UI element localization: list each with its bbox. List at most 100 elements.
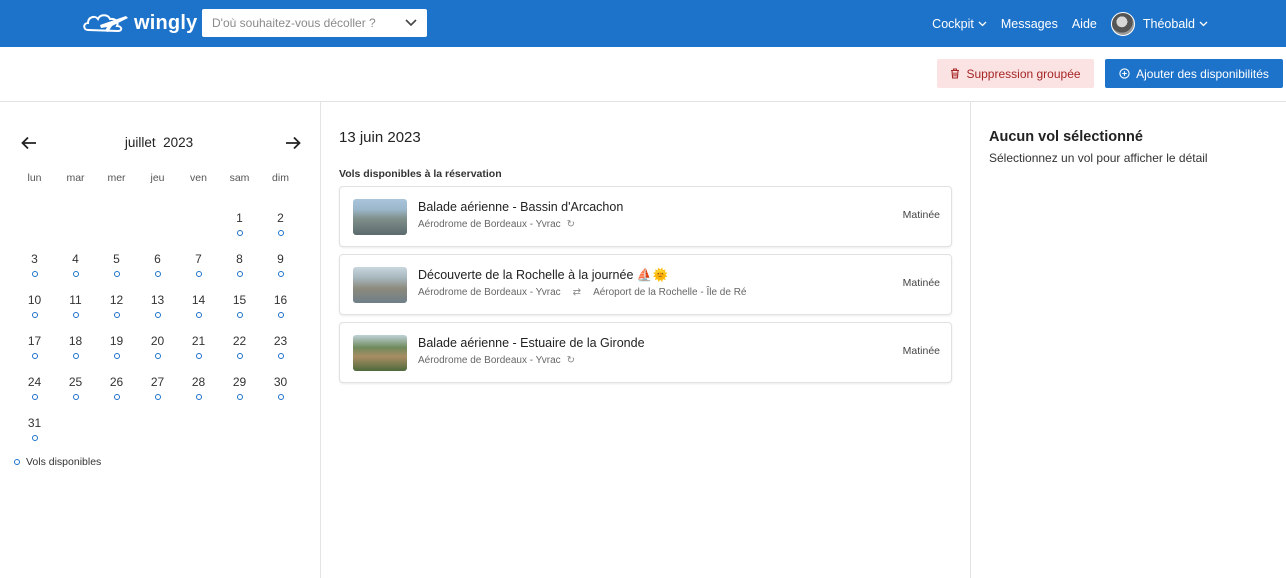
calendar-day-number: 11: [69, 293, 82, 307]
calendar-day[interactable]: 31: [14, 415, 55, 456]
flight-departure: Aérodrome de Bordeaux - Yvrac: [418, 219, 561, 230]
availability-dot-icon: [154, 312, 161, 318]
wingly-logo[interactable]: wingly: [82, 9, 197, 37]
nav-messages[interactable]: Messages: [1001, 17, 1058, 31]
flight-route: Aérodrome de Bordeaux - Yvrac ↻: [418, 219, 575, 230]
calendar-day-number: 9: [277, 252, 284, 266]
flight-detail-panel: Aucun vol sélectionné Sélectionnez un vo…: [971, 102, 1286, 578]
calendar-day[interactable]: 11: [55, 292, 96, 333]
user-menu[interactable]: Théobald: [1110, 11, 1208, 36]
flight-thumbnail: [353, 199, 407, 235]
availability-dot-icon: [277, 230, 284, 236]
calendar-day-number: 1: [236, 211, 243, 225]
availability-dot-icon: [195, 271, 202, 277]
availability-dot-icon: [236, 394, 243, 400]
calendar-day[interactable]: 8: [219, 251, 260, 292]
top-navigation-bar: wingly D'où souhaitez-vous décoller ? Co…: [0, 0, 1286, 47]
flight-route: Aérodrome de Bordeaux - Yvrac ↻: [418, 355, 575, 366]
availability-dot-icon: [31, 394, 38, 400]
flights-panel: 13 juin 2023 Vols disponibles à la réser…: [321, 102, 971, 578]
flight-thumbnail: [353, 335, 407, 371]
calendar-day[interactable]: 4: [55, 251, 96, 292]
legend-label: Vols disponibles: [26, 456, 102, 468]
availability-dot-icon: [236, 353, 243, 359]
weekday-label: mer: [107, 172, 126, 184]
weekday-label: jeu: [150, 172, 165, 184]
calendar-day[interactable]: 19: [96, 333, 137, 374]
calendar-day[interactable]: 5: [96, 251, 137, 292]
cloud-plane-icon: [83, 14, 128, 33]
calendar-day-number: 4: [72, 252, 79, 266]
calendar-day[interactable]: 20: [137, 333, 178, 374]
flight-period: Matinée: [902, 209, 940, 221]
calendar-day[interactable]: 2: [260, 210, 301, 251]
availability-dot-icon: [277, 394, 284, 400]
availability-dot-icon: [195, 394, 202, 400]
chevron-down-icon: [978, 21, 987, 26]
calendar-day[interactable]: 16: [260, 292, 301, 333]
add-availability-button[interactable]: Ajouter des disponibilités: [1105, 59, 1283, 88]
flight-card[interactable]: Balade aérienne - Estuaire de la Gironde…: [339, 322, 952, 383]
availability-dot-icon: [154, 353, 161, 359]
availability-dot-icon: [72, 353, 79, 359]
calendar-day[interactable]: 13: [137, 292, 178, 333]
avatar: [1110, 11, 1135, 36]
calendar-day[interactable]: 22: [219, 333, 260, 374]
weekday-header: lun mar mer jeu ven sam dim: [14, 172, 301, 184]
availability-dot-icon: [14, 459, 20, 465]
calendar-day[interactable]: 23: [260, 333, 301, 374]
calendar-day[interactable]: 14: [178, 292, 219, 333]
flight-card[interactable]: Balade aérienne - Bassin d'Arcachon Aéro…: [339, 186, 952, 247]
calendar-day[interactable]: 12: [96, 292, 137, 333]
calendar-day-number: 7: [195, 252, 202, 266]
bulk-delete-button[interactable]: Suppression groupée: [937, 59, 1094, 88]
calendar-day[interactable]: 24: [14, 374, 55, 415]
availability-dot-icon: [236, 230, 243, 236]
calendar-day[interactable]: 28: [178, 374, 219, 415]
calendar-month: juillet: [124, 135, 156, 150]
flight-thumbnail: [353, 267, 407, 303]
calendar-day[interactable]: 3: [14, 251, 55, 292]
calendar-day[interactable]: 30: [260, 374, 301, 415]
calendar-grid: 1 2 3 4 5 6 7 8 9 10 11 12 13 14 15 16 17 18 19 20 21 22 23 24 2…: [14, 210, 301, 456]
departure-search-select[interactable]: D'où souhaitez-vous décoller ?: [202, 9, 427, 37]
calendar-day-number: 20: [150, 334, 165, 348]
calendar-day[interactable]: 15: [219, 292, 260, 333]
arrow-right-icon[interactable]: [282, 132, 304, 154]
availability-dot-icon: [236, 312, 243, 318]
calendar-day[interactable]: 17: [14, 333, 55, 374]
calendar-empty-cell: [55, 210, 96, 251]
calendar-day[interactable]: 7: [178, 251, 219, 292]
calendar-day[interactable]: 6: [137, 251, 178, 292]
calendar-day-number: 28: [191, 375, 206, 389]
calendar-day[interactable]: 27: [137, 374, 178, 415]
transfer-arrows-icon: ⇄: [572, 287, 582, 298]
availability-dot-icon: [31, 312, 38, 318]
user-name: Théobald: [1142, 16, 1195, 31]
calendar-empty-cell: [14, 210, 55, 251]
availability-dot-icon: [31, 435, 38, 441]
calendar-day[interactable]: 29: [219, 374, 260, 415]
calendar-day-number: 14: [191, 293, 206, 307]
calendar-day[interactable]: 1: [219, 210, 260, 251]
calendar-panel: juillet 2023 lun mar mer jeu ven sam dim…: [0, 102, 321, 578]
calendar-day-number: 18: [68, 334, 83, 348]
selected-date-title: 13 juin 2023: [339, 129, 421, 146]
detail-title: Aucun vol sélectionné: [989, 129, 1143, 145]
calendar-day[interactable]: 9: [260, 251, 301, 292]
calendar-day[interactable]: 21: [178, 333, 219, 374]
calendar-day[interactable]: 10: [14, 292, 55, 333]
calendar-day-number: 19: [109, 334, 124, 348]
calendar-year: 2023: [163, 135, 194, 150]
calendar-day[interactable]: 18: [55, 333, 96, 374]
nav-cockpit[interactable]: Cockpit: [932, 17, 987, 31]
calendar-month-title: juillet 2023: [14, 135, 304, 150]
flight-card[interactable]: Découverte de la Rochelle à la journée ⛵…: [339, 254, 952, 315]
section-label: Vols disponibles à la réservation: [339, 168, 502, 180]
calendar-day[interactable]: 25: [55, 374, 96, 415]
calendar-day-number: 3: [31, 252, 38, 266]
trash-icon: [951, 68, 960, 79]
weekday-label: sam: [229, 172, 250, 184]
calendar-day[interactable]: 26: [96, 374, 137, 415]
nav-aide[interactable]: Aide: [1072, 17, 1097, 31]
